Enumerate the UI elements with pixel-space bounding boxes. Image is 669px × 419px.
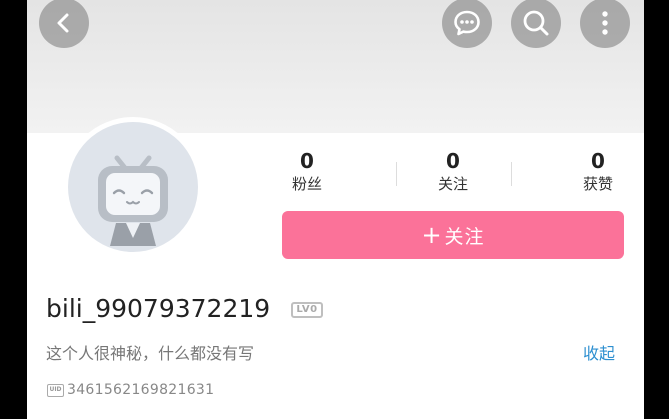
- message-button[interactable]: [442, 0, 492, 48]
- search-button[interactable]: [511, 0, 561, 48]
- fans-stat[interactable]: 0 粉丝: [267, 150, 347, 193]
- likes-stat[interactable]: 0 获赞: [558, 150, 638, 193]
- collapse-link[interactable]: 收起: [583, 343, 615, 365]
- likes-label: 获赞: [582, 175, 613, 193]
- uid-text[interactable]: 3461562169821631: [67, 380, 214, 400]
- username: bili_99079372219: [46, 294, 271, 323]
- following-label: 关注: [437, 175, 468, 193]
- likes-count: 0: [591, 149, 605, 173]
- follow-button[interactable]: + 关注: [282, 211, 624, 259]
- uid-icon: UID: [47, 384, 64, 397]
- default-avatar: [68, 122, 198, 252]
- fans-label: 粉丝: [291, 175, 322, 193]
- avatar[interactable]: [63, 117, 203, 257]
- tv-mascot-icon: [98, 155, 168, 246]
- plus-icon: +: [421, 221, 443, 249]
- stat-divider: [396, 162, 397, 186]
- bio-text: 这个人很神秘，什么都没有写: [46, 344, 255, 363]
- fans-count: 0: [300, 149, 314, 173]
- message-icon: [454, 10, 480, 36]
- chevron-left-icon: [57, 13, 69, 33]
- profile-screen: 0 粉丝 0 关注 0 获赞 + 关注 bili_99079372219 LV0…: [27, 0, 644, 419]
- following-stat[interactable]: 0 关注: [413, 150, 493, 193]
- search-icon: [523, 10, 549, 36]
- more-vertical-icon: [602, 11, 608, 35]
- following-count: 0: [446, 149, 460, 173]
- stat-divider: [511, 162, 512, 186]
- more-button[interactable]: [580, 0, 630, 48]
- follow-button-label: 关注: [444, 225, 485, 248]
- level-badge: LV0: [291, 302, 323, 318]
- back-button[interactable]: [39, 0, 89, 48]
